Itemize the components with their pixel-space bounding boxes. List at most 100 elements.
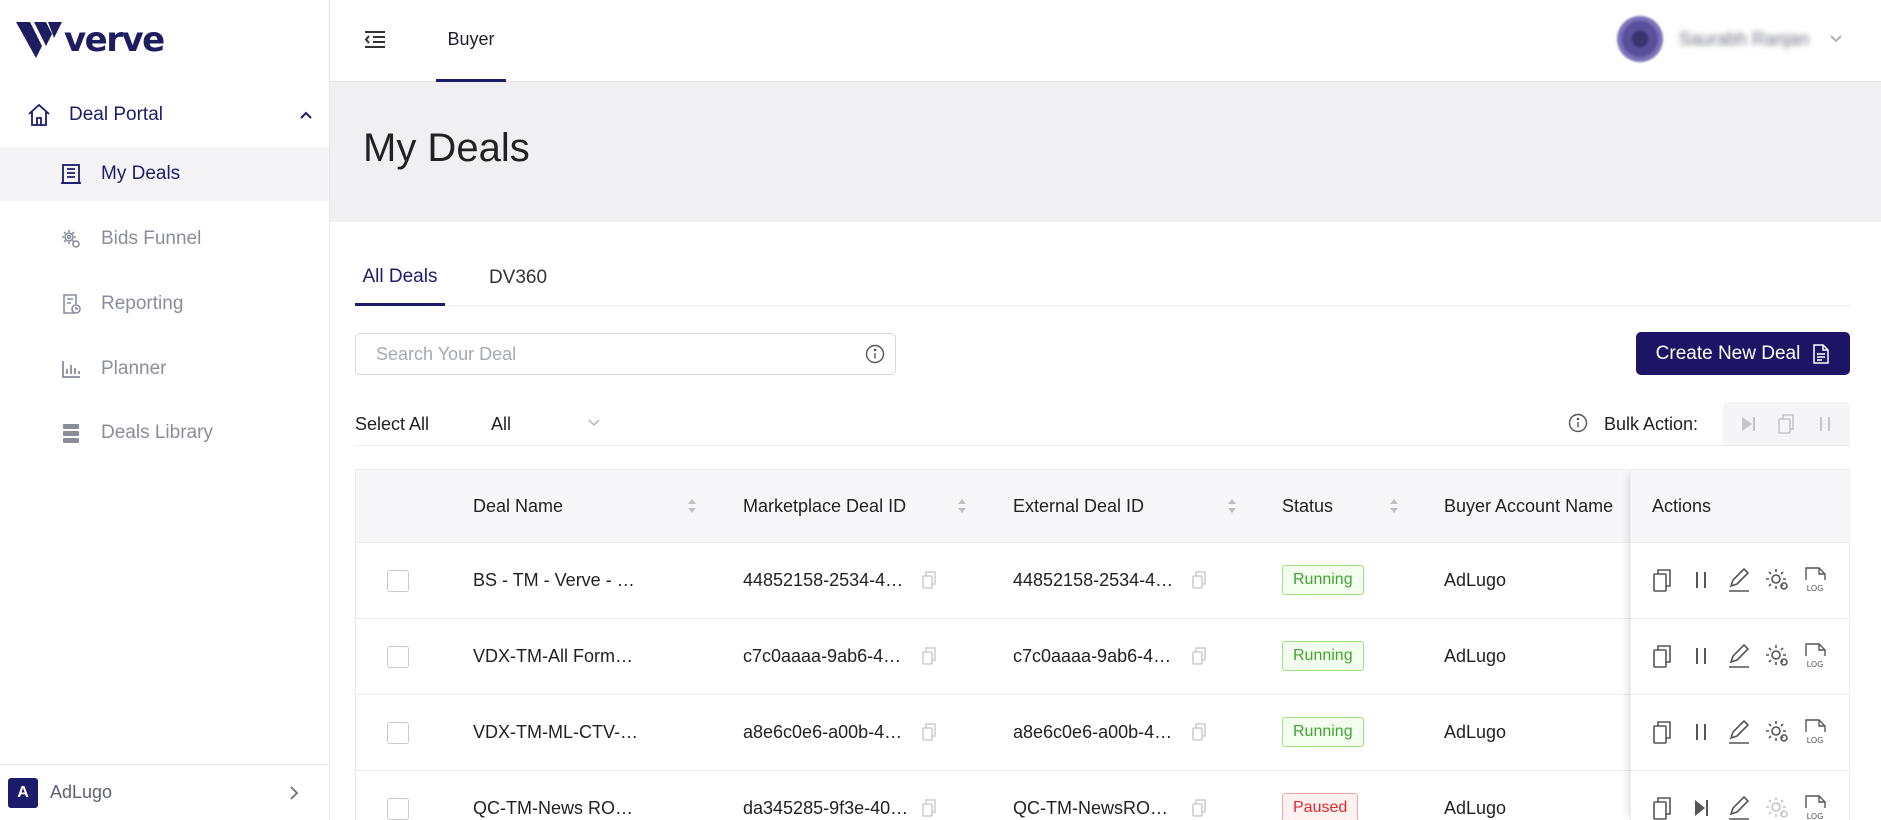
status-filter-value: All bbox=[491, 414, 512, 434]
row-actions: LOG bbox=[1631, 543, 1849, 619]
column-header-buyer-account: Buyer Account Name bbox=[1444, 496, 1614, 516]
sort-icon[interactable] bbox=[956, 496, 968, 516]
edit-icon[interactable] bbox=[1725, 641, 1753, 671]
log-icon[interactable]: LOG bbox=[1801, 565, 1829, 595]
row-checkbox[interactable] bbox=[387, 570, 409, 592]
tab-dv360[interactable]: DV360 bbox=[480, 250, 556, 306]
chevron-right-icon bbox=[290, 786, 299, 800]
copy-icon[interactable] bbox=[922, 723, 936, 741]
gear-cluster-icon bbox=[62, 230, 80, 248]
settings-icon bbox=[1766, 797, 1788, 818]
table-row: VDX-TM-All Form… c7c0aaaa-9ab6-4… c7c0aa… bbox=[356, 619, 1849, 695]
copy-icon[interactable] bbox=[922, 799, 936, 817]
sort-icon[interactable] bbox=[686, 496, 698, 516]
home-icon bbox=[28, 103, 50, 126]
deal-name-cell[interactable]: VDX-TM-All Form… bbox=[473, 646, 633, 667]
verve-logo[interactable]: verve bbox=[16, 20, 165, 60]
create-new-deal-button[interactable]: Create New Deal bbox=[1636, 332, 1850, 375]
chevron-down-icon bbox=[1830, 35, 1842, 43]
row-actions: LOG bbox=[1631, 771, 1849, 820]
column-header-external-id: External Deal ID bbox=[1013, 496, 1145, 516]
pause-icon[interactable] bbox=[1687, 565, 1715, 595]
bulk-actions bbox=[1723, 402, 1850, 445]
copy-icon[interactable] bbox=[1775, 413, 1797, 435]
sidebar: verve Deal Portal My Deals Bids Funnel R… bbox=[0, 0, 330, 820]
edit-icon[interactable] bbox=[1725, 717, 1753, 747]
marketplace-id-cell: c7c0aaaa-9ab6-4… bbox=[743, 646, 902, 666]
copy-icon[interactable] bbox=[1649, 793, 1677, 820]
chevron-up-icon[interactable] bbox=[296, 105, 316, 125]
copy-icon[interactable] bbox=[1649, 565, 1677, 595]
external-id-cell: 44852158-2534-4… bbox=[1013, 570, 1174, 590]
marketplace-id-cell: da345285-9f3e-40… bbox=[743, 798, 909, 818]
play-next-icon[interactable] bbox=[1737, 413, 1759, 435]
column-header-status: Status bbox=[1282, 496, 1334, 516]
sidebar-item-label: Reporting bbox=[101, 293, 184, 314]
copy-icon[interactable] bbox=[1192, 647, 1206, 665]
sidebar-item-label: My Deals bbox=[101, 163, 181, 184]
menu-collapse-icon[interactable] bbox=[362, 27, 388, 53]
svg-text:LOG: LOG bbox=[1807, 584, 1824, 593]
search-input[interactable] bbox=[356, 334, 846, 374]
pause-icon[interactable] bbox=[1687, 641, 1715, 671]
row-checkbox[interactable] bbox=[387, 722, 409, 744]
info-icon[interactable] bbox=[1568, 413, 1588, 433]
settings-icon[interactable] bbox=[1763, 641, 1791, 671]
info-icon[interactable] bbox=[865, 344, 885, 364]
table-row: VDX-TM-ML-CTV-… a8e6c0e6-a00b-4… a8e6c0e… bbox=[356, 695, 1849, 771]
account-switcher[interactable]: A AdLugo bbox=[0, 764, 330, 820]
edit-icon[interactable] bbox=[1725, 793, 1753, 820]
edit-icon[interactable] bbox=[1725, 565, 1753, 595]
sidebar-item-reporting[interactable]: Reporting bbox=[0, 277, 329, 331]
buyer-account-cell: AdLugo bbox=[1444, 722, 1507, 742]
svg-text:LOG: LOG bbox=[1807, 812, 1824, 820]
building-icon bbox=[61, 164, 81, 184]
row-checkbox[interactable] bbox=[387, 646, 409, 668]
settings-icon[interactable] bbox=[1763, 565, 1791, 595]
row-checkbox[interactable] bbox=[387, 798, 409, 820]
account-avatar: A bbox=[8, 777, 38, 808]
column-header-actions: Actions bbox=[1631, 470, 1849, 543]
marketplace-id-cell: a8e6c0e6-a00b-4… bbox=[743, 722, 903, 742]
sort-icon[interactable] bbox=[1226, 496, 1238, 516]
copy-icon[interactable] bbox=[922, 571, 936, 589]
status-filter-select[interactable]: All bbox=[491, 406, 601, 436]
sidebar-item-bids-funnel[interactable]: Bids Funnel bbox=[0, 212, 329, 266]
account-name: AdLugo bbox=[50, 782, 113, 802]
external-id-cell: c7c0aaaa-9ab6-4… bbox=[1013, 646, 1172, 666]
status-badge: Running bbox=[1282, 641, 1364, 671]
pause-icon[interactable] bbox=[1687, 717, 1715, 747]
tab-buyer[interactable]: Buyer bbox=[436, 0, 506, 82]
play-next-icon[interactable] bbox=[1687, 793, 1715, 820]
user-menu[interactable]: Saurabh Ranjan bbox=[1616, 16, 1843, 62]
log-icon[interactable]: LOG bbox=[1801, 717, 1829, 747]
sidebar-item-label: Planner bbox=[101, 358, 167, 379]
actions-column: Actions LOG LOG LOG LOG bbox=[1630, 470, 1849, 820]
copy-icon[interactable] bbox=[1192, 571, 1206, 589]
settings-icon[interactable] bbox=[1763, 717, 1791, 747]
deal-name-cell[interactable]: VDX-TM-ML-CTV-… bbox=[473, 722, 638, 743]
deal-name-cell[interactable]: QC-TM-News RO… bbox=[473, 798, 633, 819]
copy-icon[interactable] bbox=[1192, 799, 1206, 817]
brand-name: verve bbox=[64, 20, 165, 60]
column-header-marketplace-id: Marketplace Deal ID bbox=[743, 496, 907, 516]
copy-icon[interactable] bbox=[1649, 717, 1677, 747]
tab-all-deals[interactable]: All Deals bbox=[355, 250, 445, 306]
page-header: My Deals bbox=[330, 82, 1881, 222]
marketplace-id-cell: 44852158-2534-4… bbox=[743, 570, 904, 590]
log-icon[interactable]: LOG bbox=[1801, 641, 1829, 671]
sidebar-section-deal-portal[interactable]: Deal Portal bbox=[0, 95, 330, 135]
sidebar-item-planner[interactable]: Planner bbox=[0, 342, 329, 396]
copy-icon[interactable] bbox=[922, 647, 936, 665]
sort-icon[interactable] bbox=[1388, 496, 1400, 516]
external-id-cell: QC-TM-NewsRO… bbox=[1013, 798, 1168, 818]
copy-icon[interactable] bbox=[1192, 723, 1206, 741]
deal-name-cell[interactable]: BS - TM - Verve - … bbox=[473, 570, 635, 591]
copy-icon[interactable] bbox=[1649, 641, 1677, 671]
log-icon[interactable]: LOG bbox=[1801, 793, 1829, 820]
pause-icon[interactable] bbox=[1814, 413, 1836, 435]
sidebar-item-my-deals[interactable]: My Deals bbox=[0, 147, 329, 201]
status-badge: Running bbox=[1282, 565, 1364, 595]
report-icon bbox=[63, 294, 81, 314]
sidebar-item-deals-library[interactable]: Deals Library bbox=[0, 406, 329, 460]
